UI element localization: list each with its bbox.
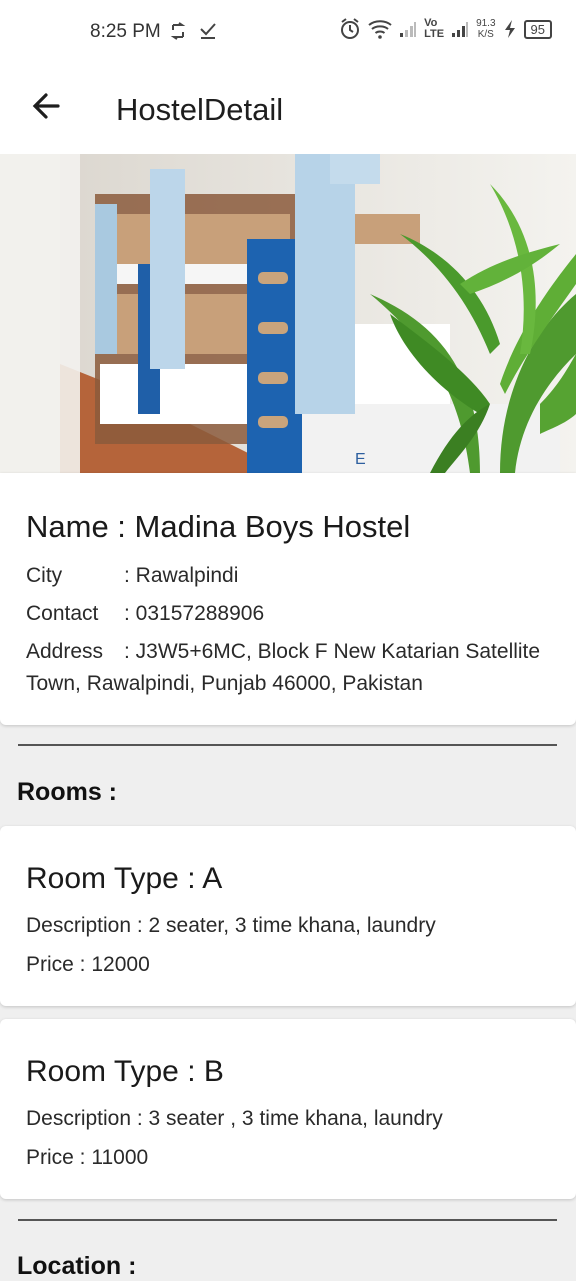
status-right-icons: Vo LTE 91.3 K/S 95 xyxy=(339,18,552,40)
battery-indicator: 95 xyxy=(523,19,552,39)
address-label: Address xyxy=(26,640,104,663)
city-value: : Rawalpindi xyxy=(124,564,239,587)
city-label: City xyxy=(26,564,63,587)
volte-label: Vo LTE xyxy=(424,17,445,40)
wifi-icon xyxy=(368,20,392,39)
room-type: Room Type : A xyxy=(26,862,223,895)
alarm-icon xyxy=(341,18,360,39)
sync-icon xyxy=(170,22,186,41)
location-heading: Location : xyxy=(17,1252,137,1280)
city-row: City : Rawalpindi xyxy=(26,564,238,588)
status-bar: 8:25 PM Vo LTE 91.3 K/S 95 xyxy=(0,0,576,64)
room-price: Price : 11000 xyxy=(26,1146,149,1169)
hostel-info-card: Name : Madina Boys Hostel City : Rawalpin… xyxy=(0,473,576,725)
room-description: Description : 2 seater, 3 time khana, la… xyxy=(26,914,436,937)
contact-value: : 03157288906 xyxy=(124,602,265,625)
room-price: Price : 12000 xyxy=(26,953,150,976)
contact-row: Contact : 03157288906 xyxy=(26,602,264,626)
page-title: HostelDetail xyxy=(116,92,284,127)
signal-weak-icon xyxy=(400,22,417,37)
charging-icon xyxy=(504,20,515,38)
arrow-back-icon xyxy=(32,93,60,119)
app-bar: HostelDetail xyxy=(0,64,576,154)
svg-text:E: E xyxy=(355,451,366,468)
contact-label: Contact xyxy=(26,602,99,625)
net-speed: 91.3 K/S xyxy=(476,18,496,40)
download-done-icon xyxy=(200,23,216,40)
back-button[interactable] xyxy=(28,86,68,126)
divider xyxy=(18,1219,557,1221)
room-card: Room Type : B Description : 3 seater , 3… xyxy=(0,1019,576,1199)
signal-icon xyxy=(452,22,469,37)
status-time: 8:25 PM xyxy=(90,21,161,42)
room-type: Room Type : B xyxy=(26,1055,224,1088)
address-row: Address: J3W5+6MC, Block F New Katarian … xyxy=(26,636,566,700)
notification-icons xyxy=(170,20,217,41)
hostel-name: Name : Madina Boys Hostel xyxy=(26,509,411,544)
room-card: Room Type : A Description : 2 seater, 3 … xyxy=(0,826,576,1006)
divider xyxy=(18,744,557,746)
hostel-image: E xyxy=(0,154,576,473)
room-description: Description : 3 seater , 3 time khana, l… xyxy=(26,1107,443,1130)
rooms-heading: Rooms : xyxy=(17,778,117,806)
